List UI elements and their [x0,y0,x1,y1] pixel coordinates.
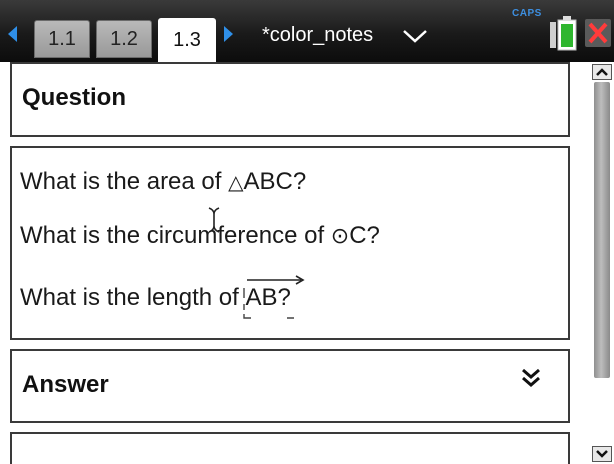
question-text: ABC? [243,168,307,195]
chevron-down-icon[interactable] [402,28,428,44]
tab-page-1-2[interactable]: 1.2 [96,20,152,58]
document-title[interactable]: *color_notes [262,22,373,48]
tab-label: 1.2 [110,27,138,50]
scroll-up-button[interactable] [592,64,612,80]
tab-label: 1.1 [48,27,76,50]
notes-page: Question What is the area of △ABC? What … [0,62,614,464]
vertical-scrollbar[interactable] [590,62,614,464]
question-text: What is the length of [20,284,246,311]
question-line-length: What is the length of AB? [20,275,306,319]
tab-page-1-1[interactable]: 1.1 [34,20,90,58]
right-arrow-icon[interactable] [224,26,233,42]
left-arrow-icon[interactable] [8,26,17,42]
segment-ab[interactable]: AB [243,275,306,319]
double-chevron-down-icon[interactable] [520,367,542,389]
ray-arrow-icon [247,275,306,285]
question-text: What is the circumference of [20,222,331,249]
circle-symbol: ⊙ [330,224,350,249]
chevron-down-icon [596,450,608,458]
close-icon[interactable] [584,18,612,48]
question-line-area: What is the area of △ABC? [20,168,306,196]
tab-label: 1.3 [173,28,201,51]
answer-heading: Answer [22,371,109,398]
triangle-symbol: △ [228,170,244,194]
scroll-down-button[interactable] [592,446,612,462]
question-line-circumference: What is the circumference of ⊙C? [20,222,380,250]
question-text: C? [349,222,380,249]
question-title-box[interactable]: Question [10,62,570,137]
selection-bracket-icon [243,288,295,319]
scroll-thumb[interactable] [594,82,610,378]
top-toolbar: 1.1 1.2 1.3 *color_notes CAPS [0,0,614,62]
tab-page-1-3-active[interactable]: 1.3 [158,18,216,62]
answer-body-box[interactable] [10,432,570,464]
question-text: What is the area of [20,168,229,195]
question-body-box[interactable]: What is the area of △ABC? What is the ci… [10,146,570,340]
answer-title-box[interactable]: Answer [10,349,570,423]
chevron-up-icon [596,68,608,76]
battery-icon [550,16,577,51]
caps-indicator: CAPS [512,8,542,19]
question-heading: Question [22,84,127,111]
